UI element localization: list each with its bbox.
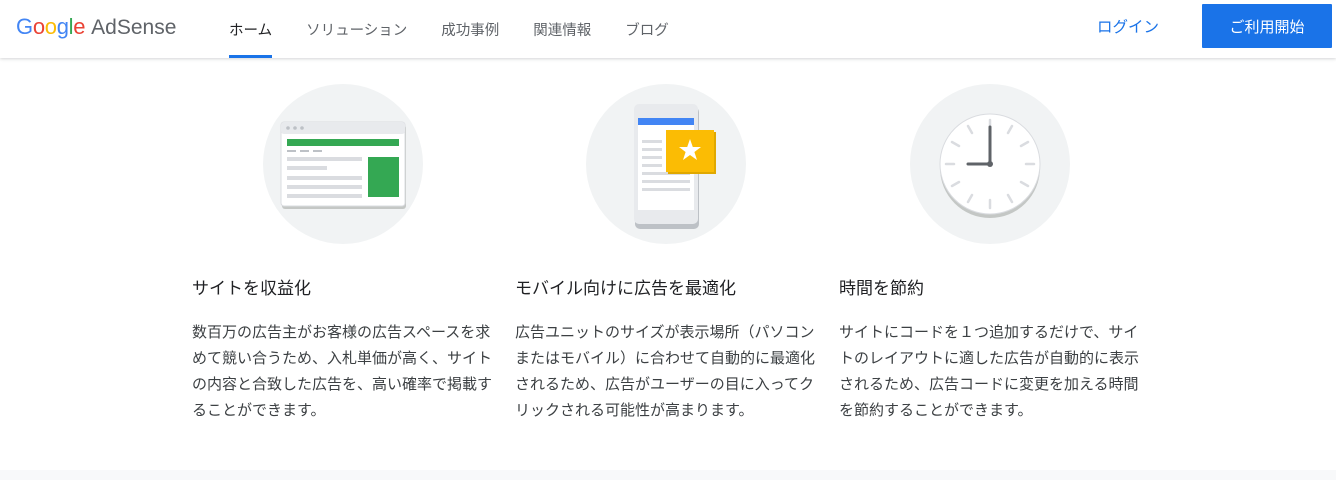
clock-icon: [910, 84, 1070, 244]
nav-item-solutions[interactable]: ソリューション: [289, 0, 424, 58]
top-header: Google AdSense ホーム ソリューション 成功事例 関連情報 ブログ…: [0, 0, 1336, 58]
browser-window-icon: [263, 84, 423, 244]
mobile-star-icon: [586, 84, 746, 244]
feature-description: 広告ユニットのサイズが表示場所（パソコンまたはモバイル）に合わせて自動的に最適化…: [515, 323, 816, 419]
logo-letter: o: [44, 14, 57, 39]
nav-item-success-stories[interactable]: 成功事例: [424, 0, 516, 58]
login-link[interactable]: ログイン: [1082, 0, 1174, 52]
logo-letter: e: [73, 14, 86, 39]
feature-title: 時間を節約: [839, 279, 924, 299]
feature-description: 数百万の広告主がお客様の広告スペースを求めて競い合うため、入札単価が高く、サイト…: [192, 323, 493, 419]
nav-item-home[interactable]: ホーム: [212, 0, 289, 58]
adsense-logo[interactable]: Google AdSense: [16, 14, 176, 42]
product-name: AdSense: [91, 16, 177, 39]
main-nav: ホーム ソリューション 成功事例 関連情報 ブログ: [212, 0, 686, 58]
logo-letter: g: [56, 14, 69, 39]
nav-item-resources[interactable]: 関連情報: [516, 0, 608, 58]
logo-letter: o: [32, 14, 45, 39]
nav-item-blog[interactable]: ブログ: [608, 0, 686, 58]
feature-title: モバイル向けに広告を最適化: [515, 279, 736, 299]
feature-title: サイトを収益化: [192, 279, 311, 299]
feature-description: サイトにコードを１つ追加するだけで、サイトのレイアウトに適した広告が自動的に表示…: [839, 323, 1140, 419]
google-wordmark: Google: [16, 14, 85, 40]
section-divider: [0, 470, 1336, 480]
get-started-button[interactable]: ご利用開始: [1202, 4, 1332, 48]
logo-letter: G: [16, 14, 33, 39]
